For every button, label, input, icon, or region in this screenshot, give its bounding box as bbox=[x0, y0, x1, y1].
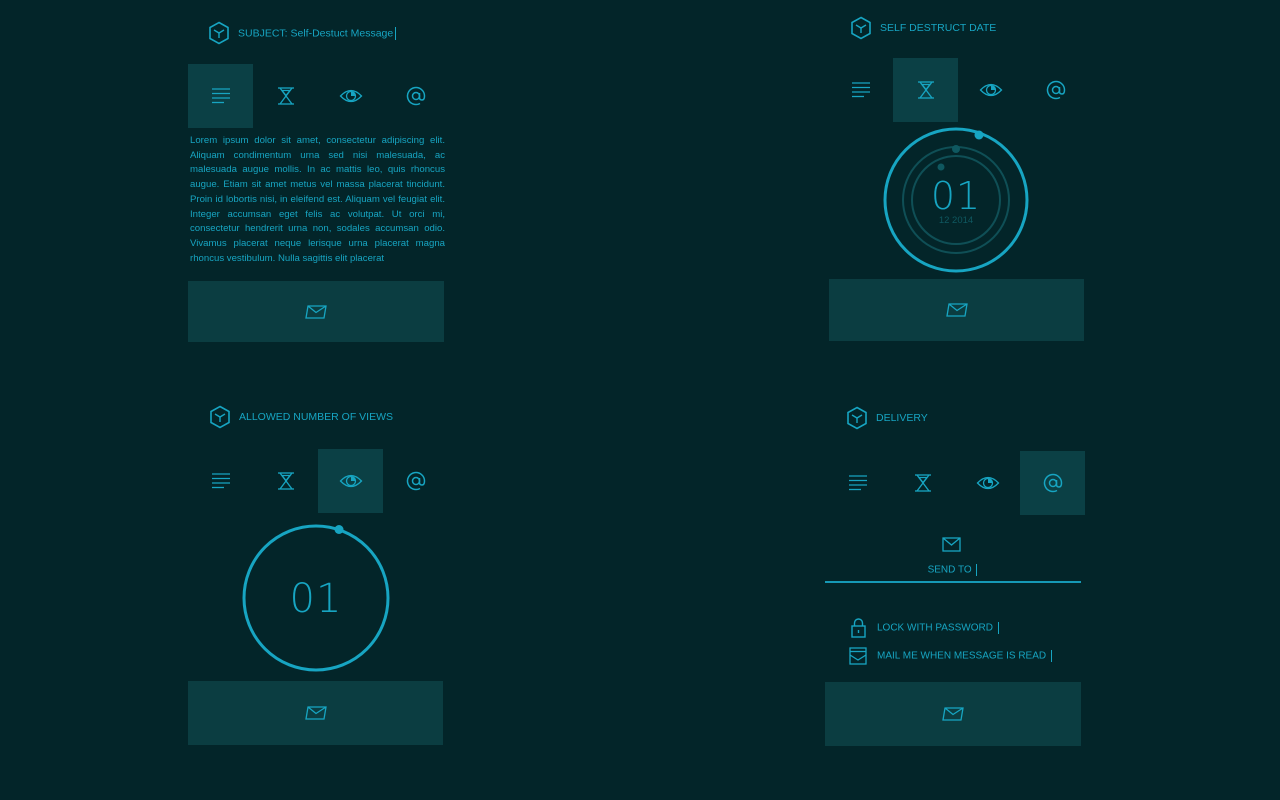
tab-views[interactable] bbox=[318, 449, 383, 513]
eye-icon bbox=[339, 89, 362, 103]
tab-message[interactable] bbox=[188, 449, 253, 513]
envelope-icon bbox=[942, 707, 964, 721]
tab-views[interactable] bbox=[955, 451, 1020, 515]
tab-message[interactable] bbox=[825, 451, 890, 515]
tab-views[interactable] bbox=[318, 64, 383, 128]
tab-date[interactable] bbox=[253, 64, 318, 128]
delivery-header: DELIVERY bbox=[846, 406, 928, 430]
lock-icon bbox=[851, 618, 866, 638]
envelope-icon bbox=[305, 304, 327, 319]
year-handle[interactable] bbox=[937, 163, 945, 171]
subject-input[interactable]: SUBJECT: Self-Destuct Message bbox=[238, 26, 397, 40]
eye-icon bbox=[339, 474, 362, 488]
day-handle[interactable] bbox=[974, 130, 984, 140]
cube-logo-icon bbox=[208, 21, 230, 45]
tab-bar bbox=[825, 451, 1085, 515]
lock-password-option[interactable]: LOCK WITH PASSWORD bbox=[850, 618, 999, 638]
envelope-icon bbox=[942, 537, 961, 552]
hourglass-icon bbox=[914, 474, 931, 492]
envelope-icon bbox=[304, 706, 327, 720]
date-title: SELF DESTRUCT DATE bbox=[880, 22, 997, 34]
send-to-underline bbox=[825, 581, 1081, 583]
tab-date[interactable] bbox=[893, 58, 958, 122]
month-handle[interactable] bbox=[952, 145, 960, 153]
cube-logo-icon bbox=[209, 405, 231, 429]
tab-views[interactable] bbox=[958, 58, 1023, 122]
tab-delivery[interactable] bbox=[383, 449, 448, 513]
tab-bar bbox=[828, 58, 1088, 122]
send-button[interactable] bbox=[825, 682, 1081, 746]
tab-delivery[interactable] bbox=[1020, 451, 1085, 515]
tab-bar bbox=[188, 449, 448, 513]
delivery-title: DELIVERY bbox=[876, 412, 928, 424]
tab-message[interactable] bbox=[828, 58, 893, 122]
tab-delivery[interactable] bbox=[383, 64, 448, 128]
views-header: ALLOWED NUMBER OF VIEWS bbox=[209, 405, 393, 429]
hourglass-icon bbox=[277, 87, 294, 105]
text-caret bbox=[395, 26, 397, 40]
text-caret bbox=[976, 564, 978, 576]
lines-icon bbox=[211, 88, 230, 104]
lines-icon bbox=[211, 473, 230, 489]
text-caret bbox=[1050, 650, 1052, 662]
at-icon bbox=[406, 471, 425, 491]
eye-icon bbox=[979, 83, 1002, 97]
send-button[interactable] bbox=[829, 279, 1084, 341]
lines-icon bbox=[848, 475, 867, 491]
mail-read-icon bbox=[849, 647, 867, 665]
cube-logo-icon bbox=[850, 16, 872, 40]
tab-delivery[interactable] bbox=[1023, 58, 1088, 122]
envelope-icon bbox=[945, 303, 968, 317]
date-header: SELF DESTRUCT DATE bbox=[850, 16, 996, 40]
tab-bar bbox=[188, 64, 448, 128]
month-year-value: 12 2014 bbox=[938, 215, 974, 226]
hourglass-icon bbox=[917, 81, 934, 99]
send-button[interactable] bbox=[188, 281, 444, 342]
at-icon bbox=[1046, 80, 1065, 100]
tab-message[interactable] bbox=[188, 64, 253, 128]
tab-date[interactable] bbox=[890, 451, 955, 515]
text-caret bbox=[997, 622, 999, 634]
cube-logo-icon bbox=[846, 406, 868, 430]
eye-icon bbox=[976, 476, 999, 490]
views-title: ALLOWED NUMBER OF VIEWS bbox=[239, 411, 394, 423]
views-count: 01 bbox=[289, 576, 343, 622]
at-icon bbox=[1043, 473, 1062, 493]
lines-icon bbox=[851, 82, 870, 98]
subject-header: SUBJECT: Self-Destuct Message bbox=[208, 21, 397, 45]
at-icon bbox=[406, 86, 425, 106]
day-value: 01 bbox=[930, 174, 982, 218]
hourglass-icon bbox=[277, 472, 294, 490]
notify-read-option[interactable]: MAIL ME WHEN MESSAGE IS READ bbox=[849, 647, 1052, 665]
send-button[interactable] bbox=[188, 681, 443, 745]
send-to-field[interactable]: SEND TO bbox=[825, 564, 1080, 576]
tab-date[interactable] bbox=[253, 449, 318, 513]
message-body[interactable]: Lorem ipsum dolor sit amet, consectetur … bbox=[190, 134, 445, 266]
views-handle[interactable] bbox=[334, 525, 344, 534]
